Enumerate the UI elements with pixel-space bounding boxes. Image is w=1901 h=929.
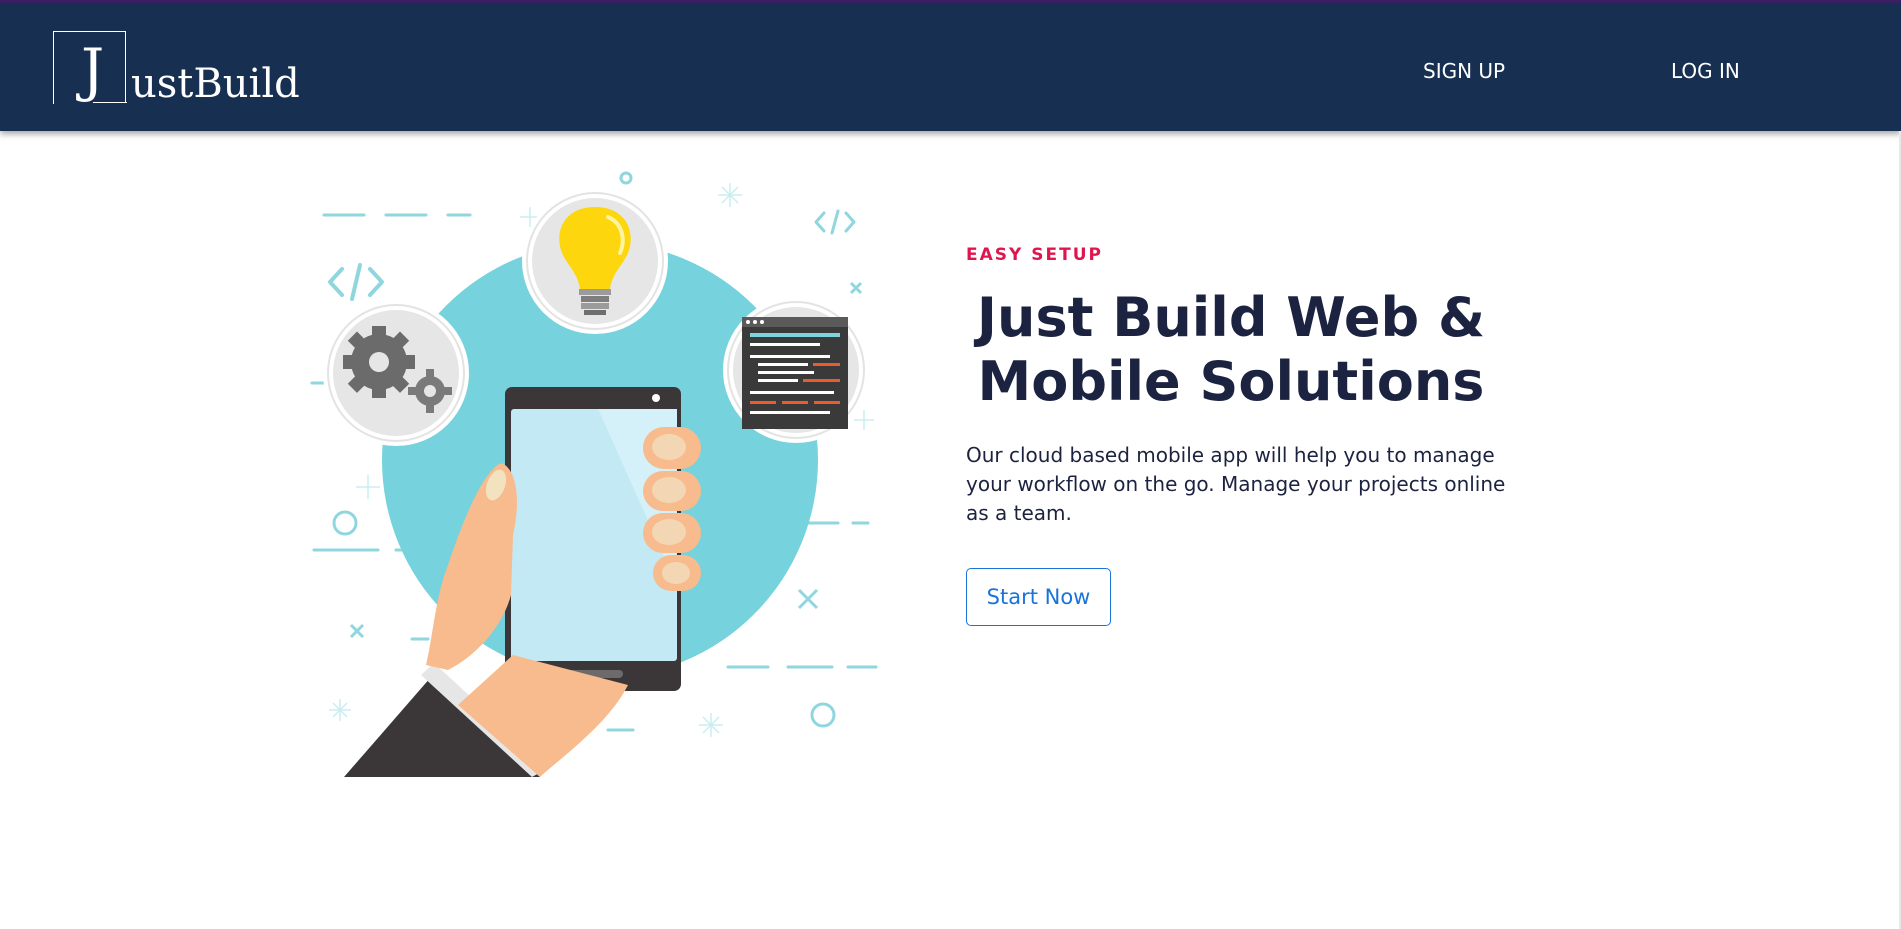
small-code-bracket-icon <box>814 209 856 235</box>
top-navigation-bar: J ustBuild SIGN UP LOG IN <box>0 0 1901 131</box>
hero-illustration <box>310 171 878 777</box>
section-eyebrow: EASY SETUP <box>966 245 1103 265</box>
start-now-button[interactable]: Start Now <box>966 568 1111 626</box>
logo-frame-right <box>125 31 126 103</box>
justbuild-logo[interactable]: J ustBuild <box>53 31 300 111</box>
logo-initial: J <box>81 36 105 104</box>
gears-icon <box>323 300 469 446</box>
lightbulb-icon <box>522 188 668 334</box>
hero-headline: Just Build Web & Mobile Solutions <box>976 286 1486 413</box>
code-window-icon <box>723 297 869 443</box>
hero-description: Our cloud based mobile app will help you… <box>966 443 1506 525</box>
code-bracket-icon <box>328 263 384 301</box>
logo-wordmark: ustBuild <box>131 61 300 107</box>
sign-up-link[interactable]: SIGN UP <box>1423 57 1505 85</box>
log-in-link[interactable]: LOG IN <box>1671 57 1740 85</box>
